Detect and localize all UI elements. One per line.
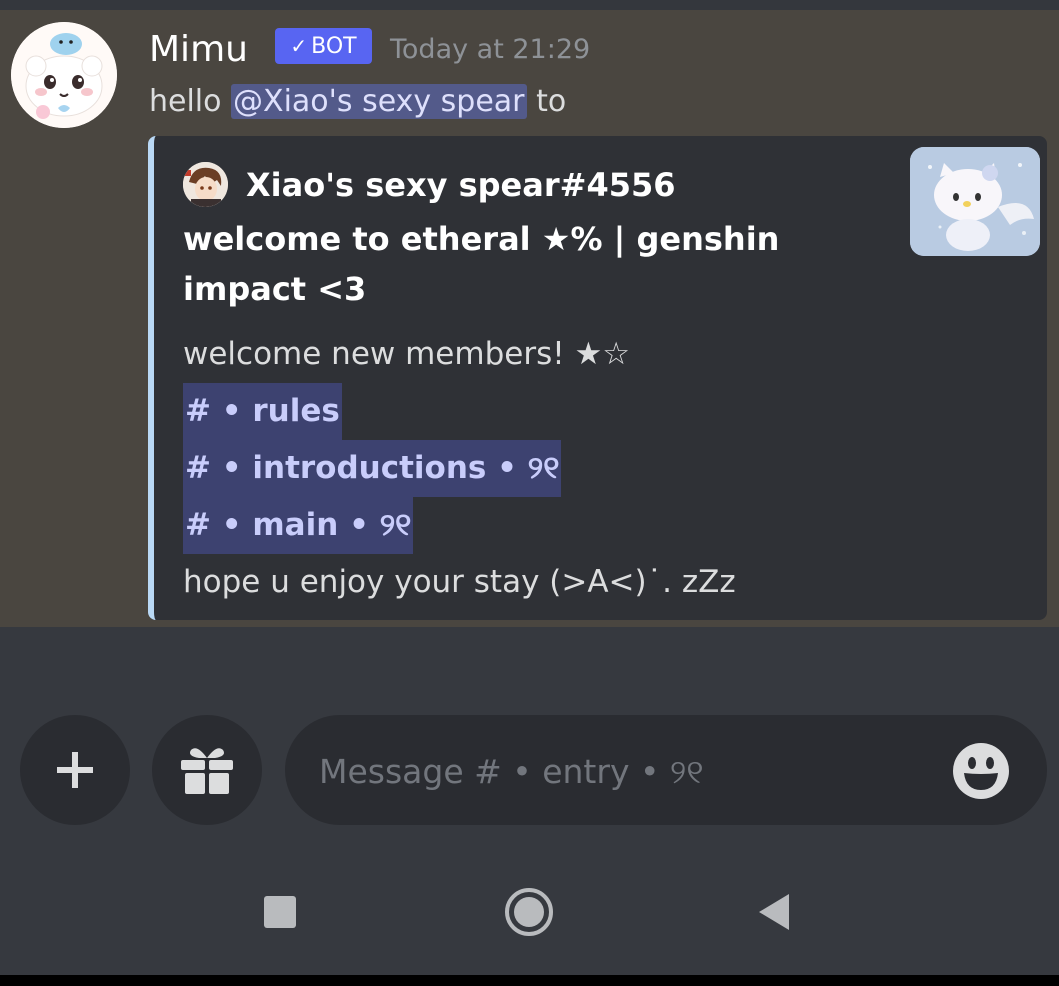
footer-line: hope u enjoy your stay (>A<)˙. zZz <box>183 564 736 600</box>
back-button[interactable] <box>744 882 804 942</box>
embed-card: Xiao's sexy spear#4556 welcome to ethera… <box>148 136 1047 620</box>
message-text-after: to <box>526 84 567 119</box>
channel-link-main[interactable]: # • main • ୨୧ <box>183 497 414 554</box>
avatar[interactable] <box>11 22 117 128</box>
smile-emoji-icon <box>953 743 1009 799</box>
welcome-line: welcome new members! ★☆ <box>183 336 631 372</box>
timestamp: Today at 21:29 <box>390 34 591 65</box>
embed-description: welcome new members! ★☆ # • rules # • in… <box>183 326 736 611</box>
message-text-before: hello <box>149 84 232 119</box>
kitty-angel-icon <box>910 147 1040 256</box>
message-input-container <box>285 715 1047 825</box>
add-attachment-button[interactable] <box>20 715 130 825</box>
bear-avatar-icon <box>11 22 117 128</box>
bottom-edge <box>0 975 1059 986</box>
username[interactable]: Mimu <box>149 28 248 72</box>
channel-link-introductions[interactable]: # • introductions • ୨୧ <box>183 440 562 497</box>
plus-icon <box>57 752 93 788</box>
top-divider <box>0 0 1059 10</box>
home-button[interactable] <box>499 882 559 942</box>
message-highlight-area: Mimu ✓ BOT Today at 21:29 hello @Xiao's … <box>0 10 1059 627</box>
gift-icon <box>181 748 233 794</box>
circle-icon <box>505 888 553 936</box>
discord-screen: Mimu ✓ BOT Today at 21:29 hello @Xiao's … <box>0 0 1059 986</box>
emoji-button[interactable] <box>952 742 1010 800</box>
embed-thumbnail[interactable] <box>910 147 1040 256</box>
user-mention[interactable]: @Xiao's sexy spear <box>231 84 527 119</box>
channel-line-main: # • main • ୨୧ <box>183 497 736 554</box>
channel-line-introductions: # • introductions • ୨୧ <box>183 440 736 497</box>
square-icon <box>264 896 296 928</box>
gift-button[interactable] <box>152 715 262 825</box>
triangle-back-icon <box>759 894 789 930</box>
message-content: hello @Xiao's sexy spear to <box>149 80 566 124</box>
channel-line-rules: # • rules <box>183 383 736 440</box>
author-avatar-icon[interactable] <box>183 162 228 207</box>
check-icon: ✓ <box>290 34 308 58</box>
system-nav-bar <box>0 852 1059 975</box>
recents-button[interactable] <box>250 882 310 942</box>
channel-link-rules[interactable]: # • rules <box>183 383 342 440</box>
embed-author-name[interactable]: Xiao's sexy spear#4556 <box>246 164 676 206</box>
embed-title: welcome to etheral ★% | genshin impact <… <box>183 220 780 308</box>
bot-tag-label: BOT <box>311 33 357 59</box>
composer-bar <box>0 627 1059 852</box>
bot-tag: ✓ BOT <box>275 28 372 64</box>
message-input[interactable] <box>317 743 921 799</box>
